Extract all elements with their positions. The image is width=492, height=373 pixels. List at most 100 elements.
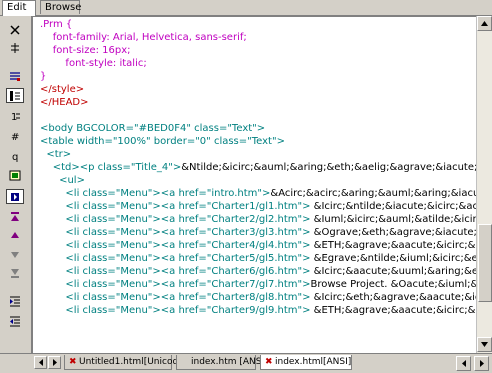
image-icon[interactable] <box>6 168 24 183</box>
numbered-icon[interactable]: 1 <box>6 108 24 123</box>
code-token: <li class= <box>40 279 116 290</box>
tab-edit[interactable]: Edit <box>2 0 36 16</box>
arrow-first-icon[interactable] <box>6 209 24 224</box>
code-line: <li class="Menu"><a href="Charter2/gl2.h… <box>40 213 476 226</box>
code-token: <li class= <box>40 266 116 277</box>
code-token: "Charter1/gl1.htm" <box>206 201 303 212</box>
code-line: <ul> <box>40 174 85 187</box>
code-token: "Menu" <box>115 279 153 290</box>
code-token: <tr> <box>40 149 72 160</box>
paragraph-icon[interactable]: q <box>6 148 24 163</box>
indent-increase-icon[interactable] <box>6 293 24 308</box>
close-icon[interactable]: ✖ <box>69 355 77 369</box>
arrow-up-icon[interactable] <box>6 227 24 242</box>
code-token: "Menu" <box>115 240 153 251</box>
mode-tabbar: Edit Browse <box>0 0 492 16</box>
code-token: &Iuml;&icirc;&auml;&atilde;&icirc;&ograv… <box>313 214 476 225</box>
list-icon[interactable] <box>6 68 24 83</box>
close-icon[interactable]: ✖ <box>265 355 273 369</box>
scroll-down-button[interactable] <box>477 337 492 352</box>
chevron-right-icon <box>479 360 484 367</box>
indent-block-icon[interactable] <box>6 88 24 103</box>
code-token: "Menu" <box>115 305 153 316</box>
code-token: > <box>302 227 314 238</box>
code-token: &Egrave;&ntilde;&iuml;&icirc;&euml;&uuml <box>313 253 476 264</box>
code-token: > <box>302 240 314 251</box>
doc-tab-index-htm[interactable]: index.htm [ANSI] <box>176 355 268 370</box>
code-token: <li class= <box>40 240 116 251</box>
code-token: "Menu" <box>115 292 153 303</box>
code-token: "Charter6/gl6.htm" <box>206 266 303 277</box>
code-line: } <box>40 70 46 83</box>
arrow-last-icon[interactable] <box>6 265 24 280</box>
code-token: "Charter9/gl9.htm" <box>206 305 303 316</box>
code-token: > <box>302 201 314 212</box>
code-token: "Charter4/gl4.htm" <box>206 240 303 251</box>
code-token: <td><p class= <box>40 162 131 173</box>
code-token: &Ograve;&eth;&agrave;&iacute;&ntilde;&f <box>313 227 476 238</box>
scroll-down-icon <box>481 342 488 347</box>
code-token: } <box>40 71 47 82</box>
chevron-right-icon <box>52 359 57 366</box>
code-line: <li class="Menu"><a href="Charter1/gl1.h… <box>40 200 476 213</box>
code-token: &ETH;&agrave;&aacute;&icirc;&ograve;&og <box>313 240 476 251</box>
code-token: > <box>302 214 314 225</box>
scroll-up-icon <box>481 21 488 26</box>
scroll-up-button[interactable] <box>477 16 492 31</box>
vertical-scrollbar[interactable] <box>476 16 492 353</box>
code-token: "Title_4" <box>130 162 173 173</box>
code-token: &ETH;&agrave;&aacute;&icirc;&ograve;&agr… <box>313 305 476 316</box>
code-token: <li class= <box>40 292 116 303</box>
code-token: "Text" <box>227 123 257 134</box>
code-token: > <box>302 253 314 264</box>
doc-tab-untitled[interactable]: ✖ Untitled1.html[Unicode] <box>64 355 187 370</box>
code-token: "Charter3/gl3.htm" <box>206 227 303 238</box>
document-tabbar: ✖ Untitled1.html[Unicode] index.htm [ANSI… <box>0 353 492 373</box>
code-line: <li class="Menu"><a href="Charter7/gl7.h… <box>40 278 476 291</box>
code-token: "#BED0F4" <box>134 123 191 134</box>
code-token: ><a href= <box>152 305 207 316</box>
code-token: "0" <box>195 136 211 147</box>
code-token: <li class= <box>40 214 116 225</box>
code-token: ><a href= <box>152 240 207 251</box>
code-line: font-family: Arial, Helvetica, sans-seri… <box>40 31 247 44</box>
code-token: class= <box>190 123 228 134</box>
code-token: </HEAD> <box>40 97 89 108</box>
hscroll-left-button[interactable] <box>456 356 471 371</box>
split-icon[interactable] <box>6 40 24 55</box>
code-token: <li class= <box>40 305 116 316</box>
tab-scroll-left-button[interactable] <box>34 356 47 369</box>
code-token: "100%" <box>112 136 151 147</box>
code-token: <body BGCOLOR= <box>40 123 134 134</box>
code-token: <li class= <box>40 253 116 264</box>
vertical-scroll-thumb[interactable] <box>478 224 492 302</box>
code-line: </HEAD> <box>40 96 89 109</box>
code-token: <li class= <box>40 188 116 199</box>
code-line: font-size: 16px; <box>40 44 131 57</box>
code-line: <li class="Menu"><a href="Charter8/gl8.h… <box>40 291 476 304</box>
svg-text:#: # <box>11 132 19 142</box>
code-token: ><a href= <box>152 188 207 199</box>
tab-browse[interactable]: Browse <box>40 0 81 14</box>
hash-icon[interactable]: # <box>6 128 24 143</box>
hscroll-right-button[interactable] <box>474 356 489 371</box>
code-token: .Prm { <box>40 19 73 30</box>
code-token: &Icirc;&aacute;&uuml;&aring;&ecirc;&ogra… <box>313 266 476 277</box>
chevron-left-icon <box>38 359 43 366</box>
indent-decrease-icon[interactable] <box>6 313 24 328</box>
svg-text:q: q <box>12 152 18 162</box>
code-token: > <box>256 123 266 134</box>
code-token: "Menu" <box>115 188 153 199</box>
code-line: <td><p class="Title_4">&Ntilde;&icirc;&a… <box>40 161 476 174</box>
code-token: font-style: italic; <box>40 58 147 69</box>
arrow-down-icon[interactable] <box>6 247 24 262</box>
code-token: "Menu" <box>115 227 153 238</box>
cut-icon[interactable] <box>6 22 24 37</box>
code-token: > <box>172 162 182 173</box>
chevron-left-icon <box>461 360 466 367</box>
tab-scroll-right-button[interactable] <box>48 356 61 369</box>
stop-icon[interactable] <box>6 189 24 204</box>
doc-tab-index-html[interactable]: ✖ index.html[ANSI] <box>260 355 352 370</box>
code-token: <ul> <box>40 175 85 186</box>
code-editor[interactable]: .Prm { font-family: Arial, Helvetica, sa… <box>32 16 476 353</box>
